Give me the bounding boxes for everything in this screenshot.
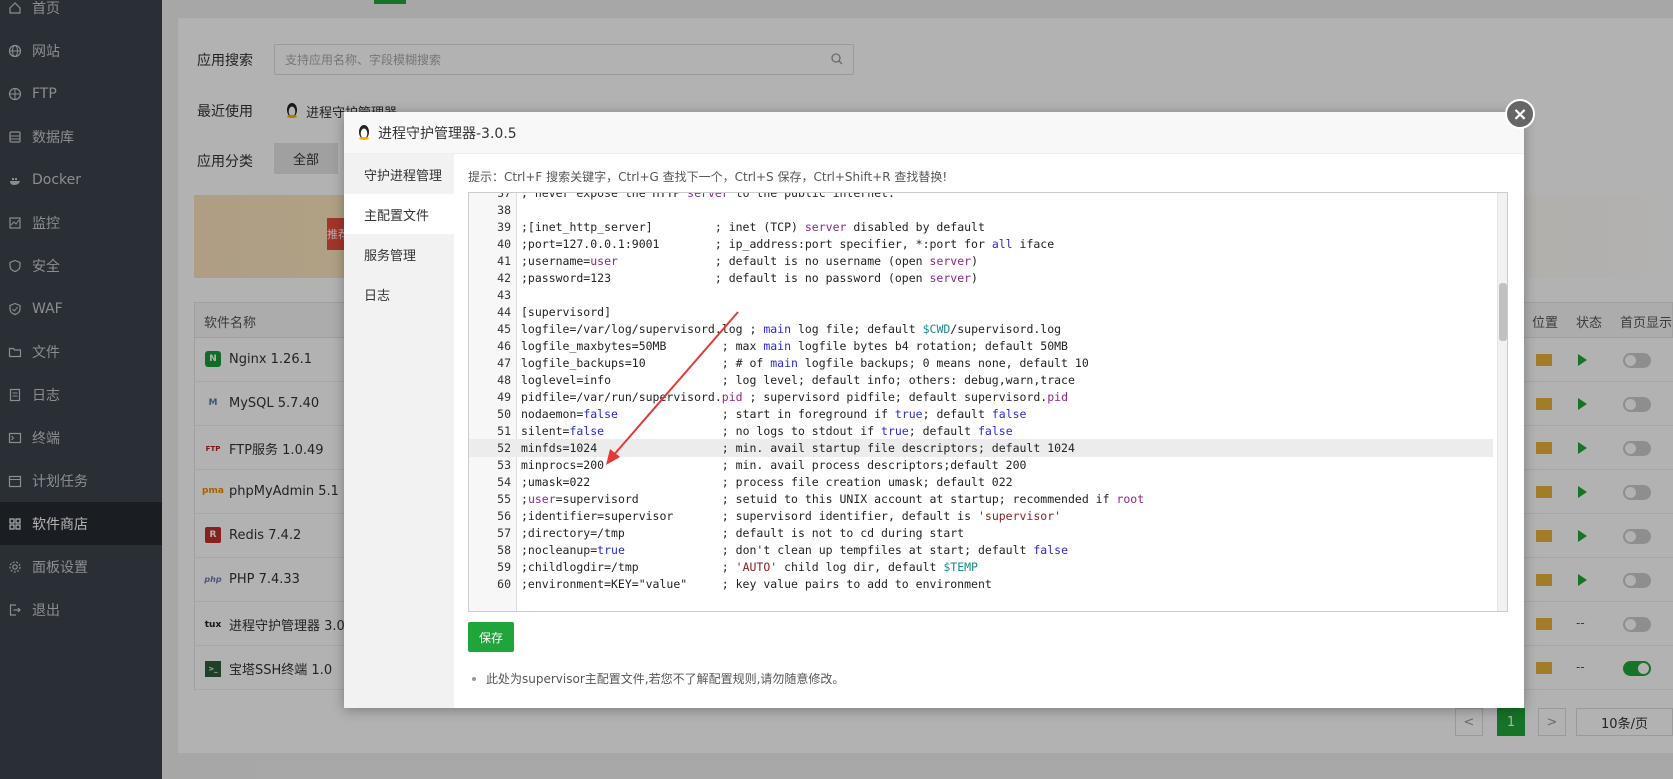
line-number: 45 — [497, 322, 511, 336]
code-line[interactable]: 57 ;directory=/tmp ; default is not to cd… — [469, 524, 1493, 542]
code-line[interactable]: 56 ;identifier=supervisor ; supervisord i… — [469, 507, 1493, 525]
line-text: ;childlogdir=/tmp ; 'AUTO' child log dir… — [521, 560, 978, 574]
line-text: ;environment=KEY="value" ; key value pai… — [521, 577, 992, 591]
line-text: pidfile=/var/run/supervisord.pid ; super… — [521, 390, 1068, 404]
code-line[interactable]: 41 ;username=user ; default is no usernam… — [469, 252, 1493, 270]
close-icon: × — [1512, 103, 1528, 125]
line-number: 39 — [497, 220, 511, 234]
line-text: loglevel=info ; log level; default info;… — [521, 373, 1075, 387]
config-editor[interactable]: 37; never expose the HTTP server to the … — [468, 192, 1508, 612]
scroll-thumb[interactable] — [1499, 283, 1507, 341]
code-line[interactable]: 59 ;childlogdir=/tmp ; 'AUTO' child log d… — [469, 558, 1493, 576]
line-text: ;port=127.0.0.1:9001 ; ip_address:port s… — [521, 237, 1055, 251]
line-text: [supervisord] — [521, 305, 612, 319]
line-number: 59 — [497, 560, 511, 574]
code-line[interactable]: 50 nodaemon=false ; start in foreground i… — [469, 405, 1493, 423]
tab-main-config[interactable]: 主配置文件 — [344, 194, 454, 234]
code-line[interactable]: 47 logfile_backups=10 ; # of main logfile… — [469, 354, 1493, 372]
line-number: 48 — [497, 373, 511, 387]
line-number: 38 — [497, 203, 511, 217]
code-line[interactable]: 46 logfile_maxbytes=50MB ; max main logfi… — [469, 337, 1493, 355]
line-number: 44 — [497, 305, 511, 319]
line-text: nodaemon=false ; start in foreground if … — [521, 407, 1027, 421]
line-number: 55 — [497, 492, 511, 506]
editor-hint: 提示：Ctrl+F 搜索关键字，Ctrl+G 查找下一个，Ctrl+S 保存，C… — [468, 170, 948, 184]
line-number: 58 — [497, 543, 511, 557]
tab-logs[interactable]: 日志 — [344, 274, 454, 314]
line-number: 60 — [497, 577, 511, 591]
line-text: logfile=/var/log/supervisord.log ; main … — [521, 322, 1062, 336]
line-number: 42 — [497, 271, 511, 285]
modal-header[interactable]: 进程守护管理器-3.0.5 — [344, 112, 1524, 154]
line-text: logfile_backups=10 ; # of main logfile b… — [521, 356, 1089, 370]
code-line[interactable]: 48 loglevel=info ; log level; default inf… — [469, 371, 1493, 389]
line-text: minfds=1024 ; min. avail startup file de… — [521, 441, 1075, 455]
tab-service-manage[interactable]: 服务管理 — [344, 234, 454, 274]
modal-tabs: 守护进程管理 主配置文件 服务管理 日志 — [344, 154, 454, 708]
code-line[interactable]: 38 — [469, 201, 1493, 219]
code-line[interactable]: 54 ;umask=022 ; process file creation uma… — [469, 473, 1493, 491]
line-number: 47 — [497, 356, 511, 370]
supervisor-modal: 进程守护管理器-3.0.5 守护进程管理 主配置文件 服务管理 日志 提示：Ct… — [344, 112, 1524, 708]
line-number: 53 — [497, 458, 511, 472]
tux-icon — [356, 122, 372, 144]
code-line[interactable]: 51 silent=false ; no logs to stdout if tr… — [469, 422, 1493, 440]
code-line[interactable]: 55 ;user=supervisord ; setuid to this UNI… — [469, 490, 1493, 508]
line-text: minprocs=200 ; min. avail process descri… — [521, 458, 1027, 472]
line-text: logfile_maxbytes=50MB ; max main logfile… — [521, 339, 1068, 353]
line-number: 40 — [497, 237, 511, 251]
line-text: ;identifier=supervisor ; supervisord ide… — [521, 509, 1062, 523]
code-line[interactable]: 45 logfile=/var/log/supervisord.log ; mai… — [469, 320, 1493, 338]
line-text: ;directory=/tmp ; default is not to cd d… — [521, 526, 965, 540]
code-line[interactable]: 52 minfds=1024 ; min. avail startup file … — [469, 439, 1493, 457]
line-number: 50 — [497, 407, 511, 421]
line-number: 54 — [497, 475, 511, 489]
save-button[interactable]: 保存 — [468, 622, 514, 652]
code-line[interactable]: 39 ;[inet_http_server] ; inet (TCP) serve… — [469, 218, 1493, 236]
line-number: 51 — [497, 424, 511, 438]
line-text: ;nocleanup=true ; don't clean up tempfil… — [521, 543, 1068, 557]
line-text: ;username=user ; default is no username … — [521, 254, 978, 268]
close-modal-button[interactable]: × — [1505, 99, 1535, 129]
line-number: 43 — [497, 288, 511, 302]
line-number: 46 — [497, 339, 511, 353]
line-text: ;password=123 ; default is no password (… — [521, 271, 978, 285]
line-number: 56 — [497, 509, 511, 523]
code-line[interactable]: 42 ;password=123 ; default is no password… — [469, 269, 1493, 287]
line-text: ;user=supervisord ; setuid to this UNIX … — [521, 492, 1145, 506]
code-line[interactable]: 53 minprocs=200 ; min. avail process desc… — [469, 456, 1493, 474]
config-note: 此处为supervisor主配置文件,若您不了解配置规则,请勿随意修改。 — [468, 670, 844, 687]
code-line[interactable]: 43 — [469, 286, 1493, 304]
line-number: 52 — [497, 441, 511, 455]
line-number: 41 — [497, 254, 511, 268]
code-line[interactable]: 49 pidfile=/var/run/supervisord.pid ; sup… — [469, 388, 1493, 406]
line-text: ;umask=022 ; process file creation umask… — [521, 475, 1013, 489]
code-line[interactable]: 44 [supervisord] — [469, 303, 1493, 321]
modal-title: 进程守护管理器-3.0.5 — [378, 125, 517, 142]
code-line[interactable]: 40 ;port=127.0.0.1:9001 ; ip_address:port… — [469, 235, 1493, 253]
tab-process-manage[interactable]: 守护进程管理 — [344, 154, 454, 194]
line-number: 49 — [497, 390, 511, 404]
line-text: ;[inet_http_server] ; inet (TCP) server … — [521, 220, 985, 234]
editor-scrollbar[interactable] — [1497, 193, 1507, 611]
code-line[interactable]: 58 ;nocleanup=true ; don't clean up tempf… — [469, 541, 1493, 559]
code-line[interactable]: 60 ;environment=KEY="value" ; key value p… — [469, 575, 1493, 593]
line-number: 57 — [497, 526, 511, 540]
line-text: silent=false ; no logs to stdout if true… — [521, 424, 1013, 438]
